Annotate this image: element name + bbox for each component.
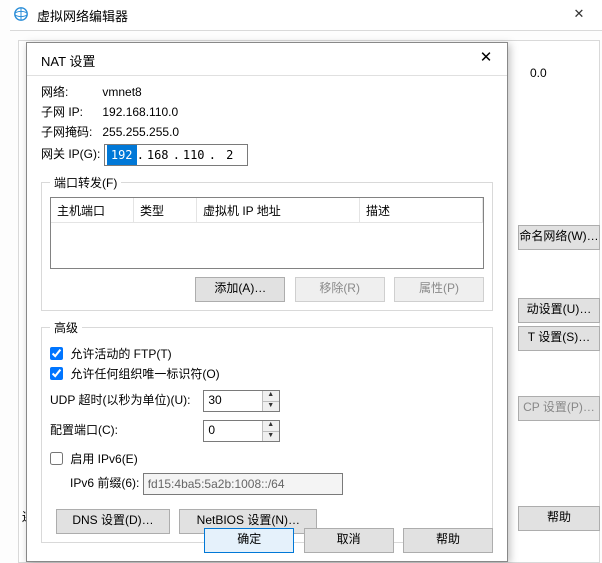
config-port-stepper[interactable]: ▲▼	[203, 420, 279, 442]
udp-timeout-input[interactable]	[204, 391, 258, 409]
close-icon[interactable]: ✕	[471, 49, 501, 69]
udp-timeout-label: UDP 超时(以秒为单位)(U):	[50, 391, 200, 408]
subnet-ip-label: 子网 IP:	[41, 103, 99, 120]
enable-ipv6-label: 启用 IPv6(E)	[70, 452, 137, 466]
subnet-mask-value: 255.255.255.0	[102, 125, 179, 139]
parent-window-titlebar: 虚拟网络编辑器 ✕	[10, 0, 602, 31]
ok-button[interactable]: 确定	[204, 528, 294, 553]
dialog-titlebar: NAT 设置 ✕	[27, 43, 507, 76]
allow-oui-label: 允许任何组织唯一标识符(O)	[70, 367, 219, 381]
parent-close-button[interactable]: ✕	[556, 0, 602, 30]
advanced-group: 高级 允许活动的 FTP(T) 允许任何组织唯一标识符(O) UDP 超时(以秒…	[41, 319, 493, 543]
properties-button: 属性(P)	[394, 277, 484, 302]
dialog-footer: 确定 取消 帮助	[198, 528, 493, 553]
rename-network-button[interactable]: 命名网络(W)…	[518, 225, 600, 250]
gateway-octet-1[interactable]: 192	[107, 145, 137, 165]
chevron-up-icon[interactable]: ▲	[263, 421, 279, 432]
gateway-octet-4[interactable]: 2	[215, 145, 245, 165]
parent-window-title: 虚拟网络编辑器	[37, 6, 128, 25]
cancel-button[interactable]: 取消	[304, 528, 394, 553]
udp-timeout-stepper[interactable]: ▲▼	[203, 390, 279, 412]
help-button[interactable]: 帮助	[403, 528, 493, 553]
gateway-octet-2[interactable]: 168	[143, 145, 173, 165]
nat-settings-dialog: NAT 设置 ✕ 网络: vmnet8 子网 IP: 192.168.110.0…	[26, 42, 508, 562]
allow-ftp-checkbox[interactable]: 允许活动的 FTP(T)	[50, 347, 172, 361]
dhcp-settings-button: CP 设置(P)…	[518, 396, 600, 421]
nat-settings-button[interactable]: T 设置(S)…	[518, 326, 600, 351]
ipv6-prefix-label: IPv6 前缀(6):	[70, 476, 139, 490]
col-type[interactable]: 类型	[134, 198, 197, 223]
chevron-down-icon[interactable]: ▼	[263, 432, 279, 442]
gateway-label: 网关 IP(G):	[41, 147, 100, 161]
allow-oui-input[interactable]	[50, 367, 63, 380]
port-forward-table[interactable]: 主机端口 类型 虚拟机 IP 地址 描述	[50, 197, 484, 269]
remove-button: 移除(R)	[295, 277, 385, 302]
dns-settings-button[interactable]: DNS 设置(D)…	[56, 509, 170, 534]
config-port-input[interactable]	[204, 421, 258, 439]
col-host-port[interactable]: 主机端口	[51, 198, 134, 223]
allow-ftp-input[interactable]	[50, 347, 63, 360]
gateway-ip-input[interactable]: 192.168.110.2	[104, 144, 248, 166]
subnet-mask-label: 子网掩码:	[41, 123, 99, 140]
advanced-legend: 高级	[50, 319, 82, 336]
enable-ipv6-input[interactable]	[50, 452, 63, 465]
allow-ftp-label: 允许活动的 FTP(T)	[70, 347, 171, 361]
chevron-down-icon[interactable]: ▼	[263, 402, 279, 412]
parent-ip-fragment: 0.0	[530, 66, 547, 80]
gateway-octet-3[interactable]: 110	[179, 145, 209, 165]
network-label: 网络:	[41, 83, 99, 100]
dialog-title: NAT 设置	[41, 51, 95, 70]
add-button[interactable]: 添加(A)…	[195, 277, 285, 302]
enable-ipv6-checkbox[interactable]: 启用 IPv6(E)	[50, 452, 138, 466]
parent-help-button[interactable]: 帮助	[518, 506, 600, 531]
config-port-label: 配置端口(C):	[50, 421, 200, 438]
chevron-up-icon[interactable]: ▲	[263, 391, 279, 402]
app-icon	[13, 6, 29, 22]
col-desc[interactable]: 描述	[360, 198, 483, 223]
port-forward-group: 端口转发(F) 主机端口 类型 虚拟机 IP 地址 描述 添加(A)… 移除(R…	[41, 174, 493, 311]
ipv6-prefix-input	[143, 473, 343, 495]
auto-settings-button[interactable]: 动设置(U)…	[518, 298, 600, 323]
port-forward-legend: 端口转发(F)	[50, 174, 121, 191]
allow-oui-checkbox[interactable]: 允许任何组织唯一标识符(O)	[50, 367, 220, 381]
col-vm-ip[interactable]: 虚拟机 IP 地址	[197, 198, 360, 223]
network-value: vmnet8	[102, 85, 141, 99]
subnet-ip-value: 192.168.110.0	[102, 105, 178, 119]
